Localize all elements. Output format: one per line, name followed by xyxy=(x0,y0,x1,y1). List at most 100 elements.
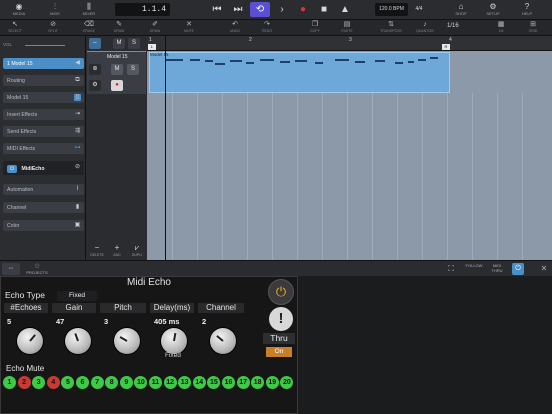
track-solo-button[interactable]: S xyxy=(127,64,139,75)
projects-button[interactable]: ☆ PROJECTS xyxy=(26,263,48,275)
power-icon[interactable]: ⏻ xyxy=(7,165,17,173)
edit-track-button[interactable]: ⊛ xyxy=(89,64,101,75)
echo-mute-button[interactable]: 4 xyxy=(46,376,60,389)
echo-mute-button[interactable]: 2 xyxy=(17,376,31,389)
eraser-icon: ⌫ xyxy=(84,21,94,28)
delay-knob[interactable] xyxy=(161,328,187,354)
echo-mute-button[interactable]: 17 xyxy=(236,376,250,389)
rewind-button[interactable]: ⏮ xyxy=(208,3,226,17)
loop-button[interactable]: ⟲ xyxy=(250,2,270,17)
inspector-insert-effects[interactable]: Insert Effects ⇥ xyxy=(3,109,84,120)
timeline-ruler[interactable]: 1 2 3 4 L R xyxy=(147,36,552,51)
help-button[interactable]: ? HELP xyxy=(516,2,538,18)
inspector-color[interactable]: Color ▣ xyxy=(3,220,84,231)
pitch-knob[interactable] xyxy=(114,328,140,354)
setup-button[interactable]: ⚙ SETUP xyxy=(482,2,504,18)
media-button[interactable]: ◉ MEDIA xyxy=(8,2,30,18)
add-track-button[interactable]: + ADD xyxy=(108,243,126,260)
quantize-value[interactable]: 1/16 xyxy=(447,23,459,29)
record-arm-button[interactable]: ● xyxy=(111,80,123,91)
mixer-button[interactable]: ⫼ MIXER xyxy=(78,2,100,18)
mute-header-button[interactable]: M xyxy=(113,38,125,49)
track-view-button[interactable]: ⇔ xyxy=(89,38,101,49)
play-button[interactable]: › xyxy=(273,3,291,17)
track-mute-button[interactable]: M xyxy=(111,64,123,75)
echo-mute-button[interactable]: 7 xyxy=(90,376,104,389)
info-button[interactable]: ! xyxy=(269,307,293,331)
tool-split[interactable]: ⊘ SPLIT xyxy=(40,21,66,35)
quantize-button[interactable]: ♪ QUANTIZE xyxy=(412,21,438,35)
position-display[interactable]: 1.1.4 xyxy=(115,3,170,16)
gain-knob[interactable] xyxy=(65,328,91,354)
fullscreen-button[interactable]: ⛶ xyxy=(444,263,458,275)
echo-mute-button[interactable]: 14 xyxy=(192,376,206,389)
shop-button[interactable]: ⌂ SHOP xyxy=(450,2,472,18)
echo-mute-button[interactable]: 12 xyxy=(163,376,177,389)
record-button[interactable]: ● xyxy=(294,3,312,17)
monitor-button[interactable]: ⚙ xyxy=(89,80,101,91)
metronome-button[interactable]: ▲ xyxy=(336,3,354,17)
midi-effects-label: MIDI Effects xyxy=(7,146,36,152)
loop-start-marker[interactable]: L xyxy=(148,44,156,50)
stop-button[interactable]: ■ xyxy=(315,3,333,17)
midi-clip[interactable] xyxy=(149,52,450,93)
routing-icon: ⧉ xyxy=(75,77,80,83)
duplicate-track-button[interactable]: ⩗ DUPLI xyxy=(128,243,146,260)
inspector-automation[interactable]: Automation ⌇ xyxy=(3,184,84,195)
inspector-routing[interactable]: Routing ⧉ xyxy=(3,75,84,86)
track-name-row[interactable]: 1 Model 15 ◀ xyxy=(3,58,84,69)
tool-draw[interactable]: ✐ DRAW xyxy=(142,21,168,35)
echo-mute-button[interactable]: 1 xyxy=(3,376,16,389)
paste-button[interactable]: ▤ PASTE xyxy=(334,21,360,35)
snap-button[interactable]: ⊞ GRID xyxy=(520,21,546,35)
playhead[interactable] xyxy=(165,36,166,260)
grid-button[interactable]: ▦ 1/8 xyxy=(488,21,514,35)
redo-button[interactable]: ↷ REDO xyxy=(254,21,280,35)
solo-label: S xyxy=(130,66,135,72)
transpose-button[interactable]: ⇅ TRANSPOSE xyxy=(378,21,404,35)
solo-header-label: S xyxy=(131,40,136,46)
loop-end-marker[interactable]: R xyxy=(442,44,450,50)
volume-slider[interactable] xyxy=(25,45,65,46)
delete-track-button[interactable]: − DELETE xyxy=(88,243,106,260)
pitch-value: 3 xyxy=(104,317,109,326)
inspector-instrument[interactable]: Model 15 ▯ xyxy=(3,92,84,103)
echo-mute-button[interactable]: 16 xyxy=(222,376,235,389)
snap-icon: ⊞ xyxy=(530,21,536,28)
slot-menu-icon[interactable]: ⊘ xyxy=(74,164,81,171)
inspector-send-effects[interactable]: Send Effects ⇶ xyxy=(3,126,84,137)
power-icon: ⏻ xyxy=(275,284,287,299)
tool-mute[interactable]: ✕ MUTE xyxy=(176,21,202,35)
forward-button[interactable]: ⏭ xyxy=(229,3,247,17)
copy-button[interactable]: ❐ COPY xyxy=(302,21,328,35)
follow-button[interactable]: FOLLOW xyxy=(465,263,483,275)
channel-label: Channel xyxy=(7,205,27,211)
undo-button[interactable]: ↶ UNDO xyxy=(222,21,248,35)
channel-knob[interactable] xyxy=(210,328,236,354)
time-signature[interactable]: 4/4 xyxy=(411,3,427,16)
editor-power-button[interactable]: ⏻ xyxy=(512,263,524,275)
volume-row[interactable]: VOL xyxy=(3,42,84,49)
echo-mute-button[interactable]: 19 xyxy=(265,376,279,389)
tool-draw-alt[interactable]: ✎ DRAW xyxy=(106,21,132,35)
effect-power-button[interactable]: ⏻ xyxy=(268,279,294,305)
close-editor-button[interactable]: ✕ xyxy=(538,263,550,275)
track-header[interactable]: Model 15 ⊛ M S ⚙ ● xyxy=(87,51,146,94)
midi-echo-slot[interactable]: ⏻ MidiEcho ⊘ xyxy=(3,161,84,175)
echo-mute-button[interactable]: 9 xyxy=(119,376,133,389)
inspector-channel[interactable]: Channel ▮ xyxy=(3,202,84,213)
inspector-midi-effects[interactable]: MIDI Effects ⊶ xyxy=(3,143,84,154)
echo-type-select[interactable]: Fixed xyxy=(57,291,97,301)
echo-mute-button[interactable]: 6 xyxy=(76,376,89,389)
inspector-toggle[interactable]: ⇔ xyxy=(2,263,20,275)
tempo-display[interactable]: 120.0 BPM xyxy=(375,3,408,16)
thru-toggle[interactable]: On xyxy=(266,347,292,357)
solo-header-button[interactable]: S xyxy=(128,38,140,49)
midi-thru-button[interactable]: MIDI THRU xyxy=(488,263,506,275)
echo-mute-button[interactable]: 11 xyxy=(149,376,162,389)
tool-erase[interactable]: ⌫ ERASE xyxy=(76,21,102,35)
tool-select[interactable]: ↖ SELECT xyxy=(2,21,28,35)
echoes-knob[interactable] xyxy=(17,328,43,354)
monitor-icon: ⚙ xyxy=(92,82,98,88)
mixe-button[interactable]: ⫶ MIXE xyxy=(44,2,66,18)
